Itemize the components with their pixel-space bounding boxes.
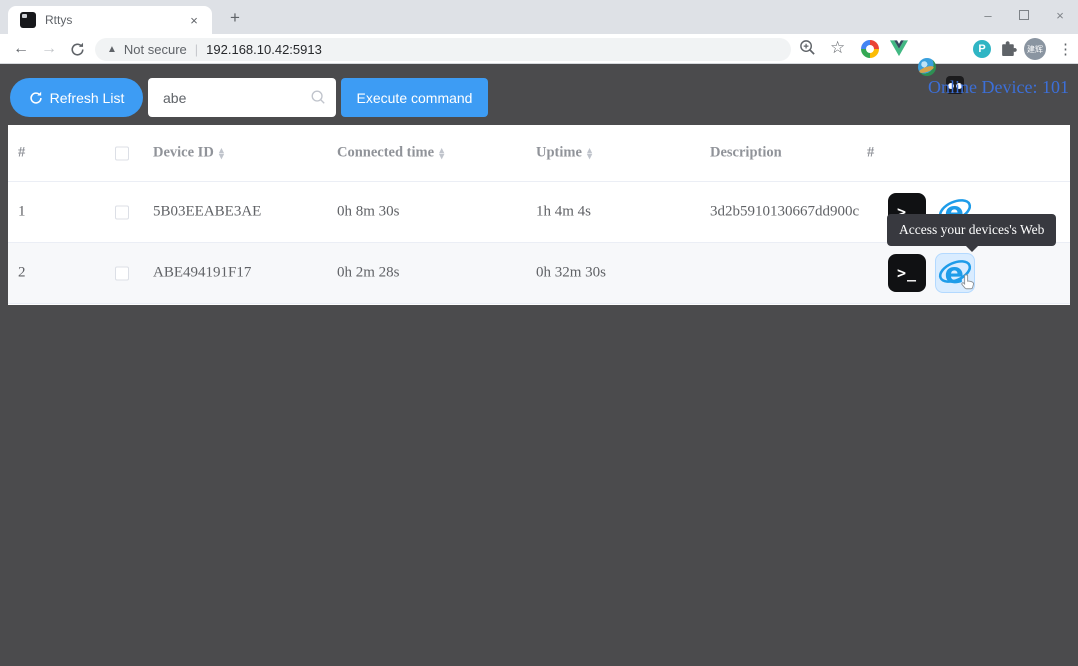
- browser-tab[interactable]: Rttys ×: [8, 6, 212, 34]
- reload-button[interactable]: [64, 34, 90, 64]
- row-index: 1: [18, 204, 26, 221]
- maximize-icon: [1019, 10, 1029, 20]
- row-uptime: 0h 32m 30s: [536, 265, 606, 282]
- row-uptime: 1h 4m 4s: [536, 204, 591, 221]
- execute-command-button[interactable]: Execute command: [341, 78, 488, 117]
- row-checkbox[interactable]: [115, 204, 129, 221]
- search-icon: [310, 89, 326, 110]
- checkbox-icon: [115, 205, 129, 219]
- profile-avatar[interactable]: 建辉: [1024, 38, 1046, 60]
- header-actions: #: [867, 145, 874, 162]
- address-bar[interactable]: ▲ Not secure | 192.168.10.42:5913: [95, 38, 791, 61]
- browser-menu-icon[interactable]: ⋮: [1058, 40, 1073, 58]
- checkbox-icon: [115, 266, 129, 280]
- header-connected-time[interactable]: Connected time ▲▼: [337, 145, 444, 162]
- row-checkbox[interactable]: [115, 265, 129, 282]
- row-description: 3d2b5910130667dd900c: [710, 204, 859, 221]
- row-actions: >_ e: [888, 253, 975, 293]
- new-tab-button[interactable]: +: [224, 7, 246, 29]
- row-connected-time: 0h 2m 28s: [337, 265, 400, 282]
- open-web-button[interactable]: e: [935, 253, 975, 293]
- bookmark-star-icon[interactable]: ☆: [830, 38, 845, 58]
- extension-globe-icon[interactable]: [918, 58, 936, 76]
- table-header-row: # Device ID▲▼ Connected time▲▼ Uptime▲▼ …: [8, 125, 1070, 182]
- window-close-button[interactable]: ×: [1042, 0, 1078, 30]
- extension-colorwheel-icon[interactable]: [861, 40, 879, 58]
- table-row: 2 ABE494191F17 0h 2m 28s 0h 32m 30s >_ e: [8, 243, 1070, 304]
- zoom-indicator-icon[interactable]: [799, 39, 816, 61]
- terminal-icon: >_: [897, 264, 917, 282]
- access-web-tooltip: Access your devices's Web: [887, 214, 1056, 246]
- device-search-input[interactable]: [148, 78, 336, 117]
- reload-icon: [70, 42, 85, 57]
- back-button[interactable]: ←: [8, 34, 34, 64]
- checkbox-icon: [115, 146, 129, 160]
- extension-vue-devtools-icon[interactable]: [890, 40, 908, 62]
- header-uptime-label: Uptime: [536, 145, 582, 161]
- row-device-id: 5B03EEABE3AE: [153, 204, 261, 221]
- forward-button: →: [36, 34, 62, 64]
- rttys-favicon-icon: [20, 12, 36, 28]
- window-controls: – ×: [970, 0, 1078, 30]
- header-description: Description: [710, 145, 782, 162]
- execute-command-label: Execute command: [357, 90, 473, 106]
- refresh-list-label: Refresh List: [50, 90, 125, 106]
- sort-icon[interactable]: ▲▼: [587, 147, 592, 159]
- header-index: #: [18, 145, 25, 162]
- header-connected-time-label: Connected time: [337, 145, 434, 161]
- browser-tab-strip: Rttys × + – ×: [0, 0, 1078, 34]
- hand-cursor-icon: [959, 273, 977, 296]
- extensions-puzzle-icon[interactable]: [1000, 40, 1017, 62]
- tab-close-icon[interactable]: ×: [186, 13, 202, 28]
- sort-icon[interactable]: ▲▼: [439, 147, 444, 159]
- extension-p-icon[interactable]: P: [973, 40, 991, 58]
- row-device-id: ABE494191F17: [153, 265, 251, 282]
- open-terminal-button[interactable]: >_: [888, 254, 926, 292]
- row-index: 2: [18, 265, 26, 282]
- sort-icon[interactable]: ▲▼: [219, 147, 224, 159]
- address-url[interactable]: 192.168.10.42:5913: [206, 42, 322, 57]
- tab-title: Rttys: [45, 13, 186, 27]
- row-connected-time: 0h 8m 30s: [337, 204, 400, 221]
- online-device-count: Online Device: 101: [928, 77, 1069, 98]
- address-separator: |: [195, 42, 198, 57]
- device-search-box: [148, 78, 336, 117]
- header-device-id[interactable]: Device ID ▲▼: [153, 145, 224, 162]
- maximize-button[interactable]: [1006, 0, 1042, 30]
- header-select-all-checkbox[interactable]: [115, 145, 129, 162]
- security-label[interactable]: Not secure: [124, 42, 187, 57]
- refresh-icon: [29, 91, 43, 105]
- minimize-button[interactable]: –: [970, 0, 1006, 30]
- refresh-list-button[interactable]: Refresh List: [10, 78, 143, 117]
- not-secure-warning-icon: ▲: [107, 44, 117, 55]
- header-device-id-label: Device ID: [153, 145, 214, 161]
- header-uptime[interactable]: Uptime ▲▼: [536, 145, 592, 162]
